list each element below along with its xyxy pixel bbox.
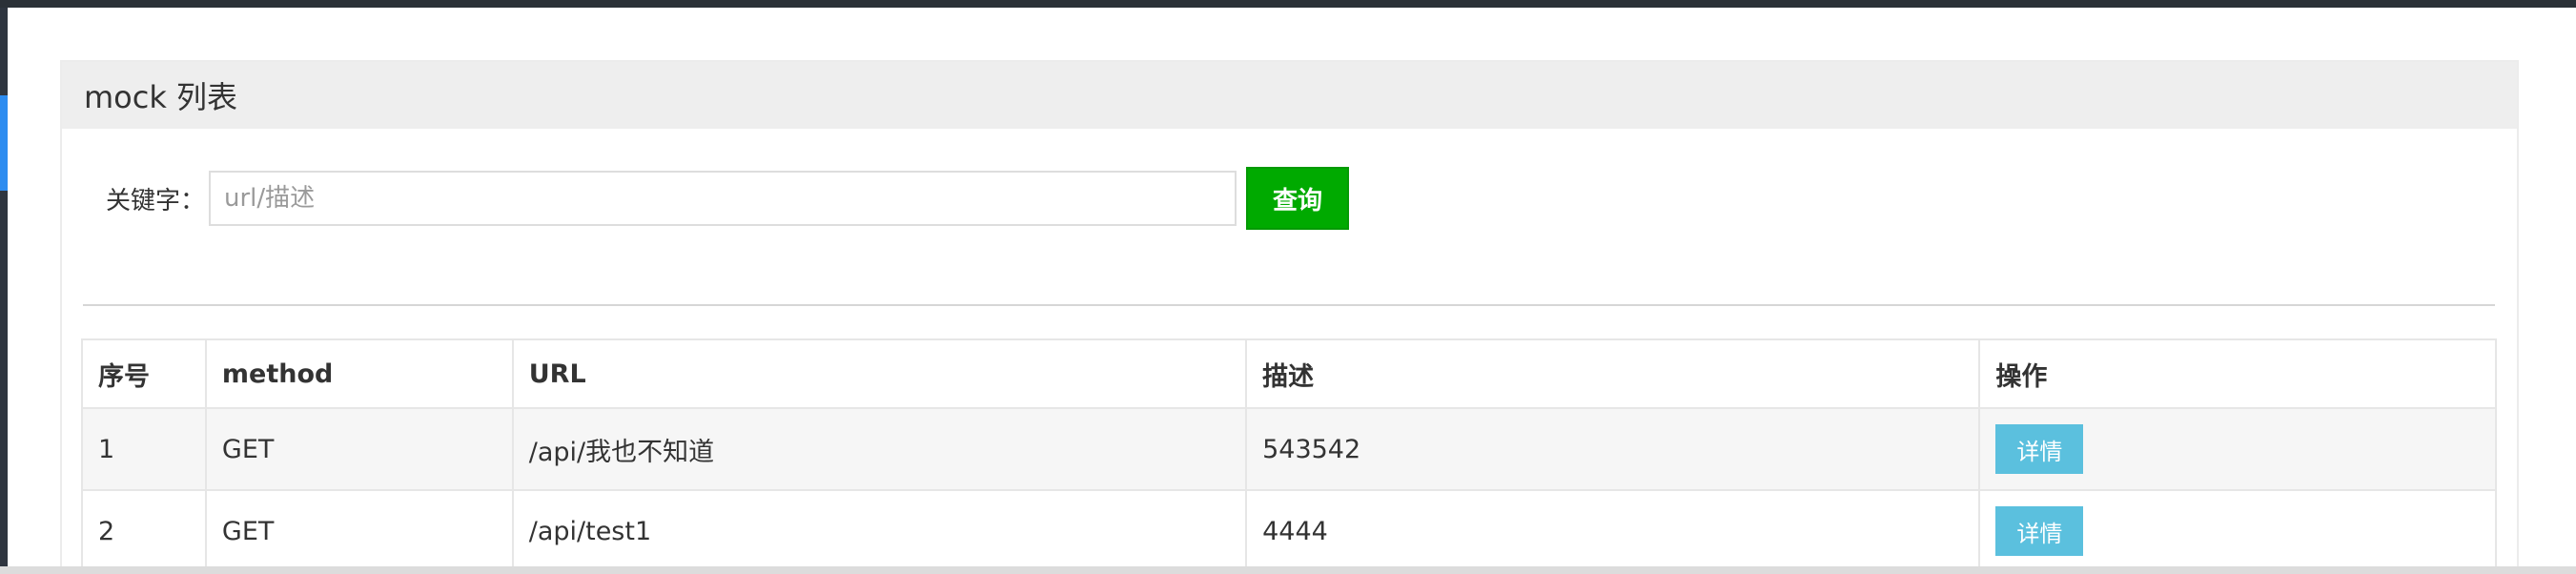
column-header-index: 序号 [81, 338, 207, 409]
detail-button[interactable]: 详情 [1995, 506, 2084, 556]
sidebar-active-indicator [0, 95, 8, 191]
query-button[interactable]: 查询 [1246, 167, 1349, 230]
column-header-url: URL [511, 338, 1248, 409]
main-content: mock 列表 关键字： 查询 序号 method URL 描述 [8, 8, 2576, 573]
table-row: 2 GET /api/test1 4444 详情 [81, 489, 2497, 573]
panel-title: mock 列表 [84, 79, 238, 115]
table-row: 1 GET /api/我也不知道 543542 详情 [81, 407, 2497, 491]
cell-index: 1 [81, 407, 207, 491]
cell-description: 543542 [1245, 407, 1981, 491]
top-bar [0, 0, 2576, 8]
cell-action: 详情 [1978, 489, 2497, 573]
table-header-row: 序号 method URL 描述 操作 [81, 338, 2497, 409]
cell-action: 详情 [1978, 407, 2497, 491]
left-sidebar-strip [0, 8, 8, 566]
column-header-action: 操作 [1978, 338, 2497, 409]
search-row: 关键字： 查询 [62, 167, 1349, 230]
keyword-search-input[interactable] [209, 171, 1237, 226]
bottom-scrollbar-track [0, 566, 2576, 574]
cell-url: /api/我也不知道 [511, 407, 1248, 491]
cell-method: GET [204, 489, 514, 573]
column-header-method: method [204, 338, 514, 409]
mock-list-panel: mock 列表 关键字： 查询 序号 method URL 描述 [60, 60, 2519, 573]
divider [83, 304, 2495, 306]
cell-method: GET [204, 407, 514, 491]
detail-button[interactable]: 详情 [1995, 424, 2084, 474]
mock-table: 序号 method URL 描述 操作 1 GET /api/我也不知道 543… [81, 338, 2497, 573]
column-header-description: 描述 [1245, 338, 1981, 409]
keyword-label: 关键字： [106, 186, 206, 215]
cell-index: 2 [81, 489, 207, 573]
panel-header: mock 列表 [62, 62, 2517, 129]
cell-url: /api/test1 [511, 489, 1248, 573]
cell-description: 4444 [1245, 489, 1981, 573]
